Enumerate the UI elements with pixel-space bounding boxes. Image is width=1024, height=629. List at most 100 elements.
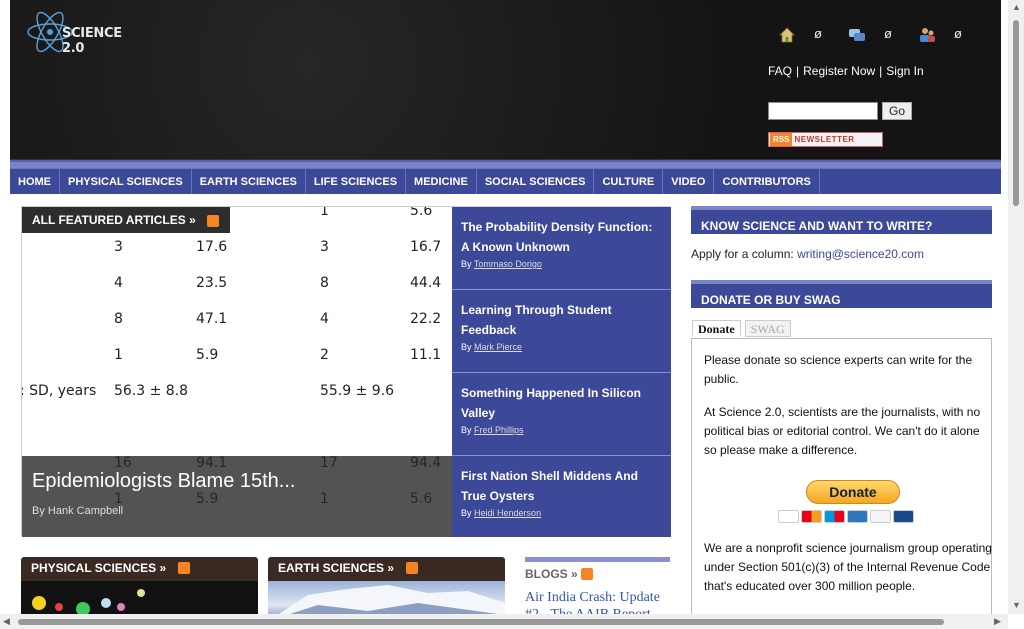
physical-sciences-title[interactable]: PHYSICAL SCIENCES » [31,561,166,575]
nav-video[interactable]: VIDEO [663,169,715,194]
account-links: FAQ | Register Now | Sign In [768,64,924,78]
physical-sciences-header[interactable]: PHYSICAL SCIENCES » [21,557,258,581]
nav-physical-sciences[interactable]: PHYSICAL SCIENCES [60,169,192,194]
donate-panel: Please donate so science experts can wri… [691,338,992,614]
rss-newsletter-button[interactable]: RSS NEWSLETTER [768,132,883,147]
register-link[interactable]: Register Now [803,64,875,78]
rss-icon[interactable] [406,562,419,574]
particles-illustration [32,589,145,614]
image-table-cell: 5.9 [196,347,219,363]
tab-swag[interactable]: SWAG [744,320,791,337]
scroll-left-arrow-icon[interactable]: ◀ [3,616,10,627]
faq-link[interactable]: FAQ [768,64,792,78]
nav-social-sciences[interactable]: SOCIAL SCIENCES [477,169,595,194]
earth-sciences-header[interactable]: EARTH SCIENCES » [268,557,505,581]
users-null-glyph: ø [954,26,962,41]
search-go-button[interactable]: Go [882,102,912,120]
page: SCIENCE 2.0 ø ø ø FAQ | Register Now | Sign … [10,0,1001,614]
author-link[interactable]: Mark Pierce [474,342,522,352]
site-logo[interactable]: SCIENCE 2.0 [24,4,134,60]
image-table-cell: 56.3 ± 8.8 [114,383,189,399]
rss-icon[interactable] [580,568,593,580]
chat-icon[interactable] [848,26,866,44]
search-input[interactable] [768,102,878,120]
featured-caption[interactable]: Epidemiologists Blame 15th... By Hank Ca… [22,456,452,537]
image-table-cell: 3 [320,239,329,255]
donate-text-3: We are a nonprofit science journalism gr… [704,541,992,593]
image-table-cell: 8 [114,311,123,327]
image-table-cell: 16.7 [410,239,442,255]
blog-post-link[interactable]: Air India Crash: Update #2 - The AAIB Re… [525,589,670,614]
rss-icon[interactable] [178,562,191,574]
home-icon[interactable] [778,26,796,44]
earth-sciences-title[interactable]: EARTH SCIENCES » [278,561,394,575]
tab-donate[interactable]: Donate [692,320,741,337]
apply-label: Apply for a column: [691,247,794,261]
all-featured-link[interactable]: ALL FEATURED ARTICLES » [22,207,230,233]
donate-text-2: At Science 2.0, scientists are the journ… [704,405,981,457]
featured-article-title[interactable]: Something Happened In Silicon Valley [461,383,663,423]
author-link[interactable]: Heidi Henderson [474,508,541,518]
featured-article-title[interactable]: Learning Through Student Feedback [461,300,663,340]
paypal-donate-button[interactable]: Donate [806,480,900,504]
nav-life-sciences[interactable]: LIFE SCIENCES [306,169,407,194]
apply-for-column: Apply for a column: writing@science20.co… [691,247,924,261]
all-featured-label: ALL FEATURED ARTICLES » [32,213,196,227]
nav-accent-bar [10,160,1001,168]
featured-image[interactable]: 15.615.6317.6316.7423.5844.4847.1422.215… [22,207,452,537]
image-table-cell: 47.1 [196,311,228,327]
newsletter-badge: NEWSLETTER [794,135,855,144]
nav-contributors[interactable]: CONTRIBUTORS [714,169,820,194]
featured-article-title[interactable]: The Probability Density Function: A Know… [461,217,663,257]
physical-sciences-image[interactable] [21,581,258,614]
donate-header: DONATE OR BUY SWAG [691,280,992,308]
featured-article-title[interactable]: First Nation Shell Middens And True Oyst… [461,466,663,506]
blogs-accent-bar [525,557,670,562]
discover-icon [870,510,891,523]
horizontal-scrollbar[interactable]: ◀ ▶ [0,614,1008,629]
blogs-title[interactable]: BLOGS » [525,567,578,581]
image-table-cell: 44.4 [410,275,442,291]
featured-article[interactable]: Learning Through Student Feedback By Mar… [452,290,671,373]
featured-article[interactable]: The Probability Density Function: A Know… [452,207,671,290]
featured-rss-icon[interactable] [207,215,219,227]
author-link[interactable]: Fred Phillips [474,425,524,435]
donate-text-1: Please donate so science experts can wri… [704,353,973,386]
chat-null-glyph: ø [884,26,892,41]
payment-cards [778,510,916,523]
mastercard-icon [801,510,822,523]
image-table-cell: 17.6 [196,239,228,255]
image-table-cell: 4 [320,311,329,327]
horizontal-scroll-thumb[interactable] [18,619,944,625]
featured-caption-title[interactable]: Epidemiologists Blame 15th... [32,470,295,493]
vertical-scroll-thumb[interactable] [1013,20,1019,206]
image-table-cell: 1 [320,207,329,219]
nav-earth-sciences[interactable]: EARTH SCIENCES [192,169,306,194]
scroll-down-arrow-icon[interactable]: ▼ [1012,600,1021,610]
signin-link[interactable]: Sign In [886,64,923,78]
apply-email-link[interactable]: writing@science20.com [797,247,924,261]
featured-article-byline: By Fred Phillips [461,425,663,435]
image-table-cell: 22.2 [410,311,442,327]
bank-card-icon [893,510,914,523]
nav-culture[interactable]: CULTURE [594,169,664,194]
featured-article[interactable]: First Nation Shell Middens And True Oyst… [452,456,671,539]
site-header: SCIENCE 2.0 ø ø ø FAQ | Register Now | Sign … [10,0,1001,160]
link-separator: | [796,64,800,78]
scroll-up-arrow-icon[interactable]: ▲ [1012,2,1021,12]
mountain-illustration [278,585,505,614]
featured-article[interactable]: Something Happened In Silicon Valley By … [452,373,671,456]
scroll-right-arrow-icon[interactable]: ▶ [994,616,1001,627]
blogs-header[interactable]: BLOGS » [525,567,670,581]
vertical-scrollbar[interactable]: ▲ ▼ [1008,0,1024,614]
earth-sciences-image[interactable] [268,581,505,614]
featured-article-byline: By Tommaso Dorigo [461,259,663,269]
write-for-us-header: KNOW SCIENCE AND WANT TO WRITE? [691,206,992,234]
author-link[interactable]: Tommaso Dorigo [474,259,542,269]
nav-medicine[interactable]: MEDICINE [406,169,477,194]
featured-article-list: The Probability Density Function: A Know… [452,207,671,537]
image-table-cell: : SD, years [22,383,97,399]
users-icon[interactable] [918,26,936,44]
featured-caption-byline: By Hank Campbell [32,505,124,517]
nav-home[interactable]: HOME [10,169,60,194]
